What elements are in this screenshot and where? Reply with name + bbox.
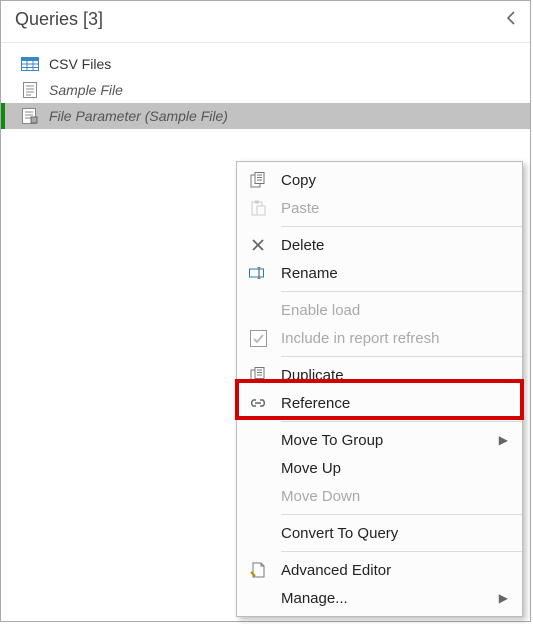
advanced-editor-icon <box>247 561 269 579</box>
rename-icon <box>247 264 269 282</box>
query-item-file-parameter[interactable]: File Parameter (Sample File) <box>1 103 530 129</box>
collapse-chevron-icon[interactable] <box>506 11 518 28</box>
query-label: Sample File <box>49 82 123 98</box>
menu-convert-to-query[interactable]: Convert To Query <box>237 519 522 547</box>
reference-icon <box>247 394 269 412</box>
panel-header: Queries [3] <box>1 1 530 43</box>
blank-icon <box>247 524 269 542</box>
menu-label: Enable load <box>281 302 508 319</box>
table-icon <box>21 56 39 72</box>
menu-label: Include in report refresh <box>281 330 508 347</box>
submenu-arrow-icon: ▶ <box>499 433 508 447</box>
menu-separator <box>281 291 522 292</box>
menu-separator <box>281 514 522 515</box>
panel-title: Queries [3] <box>15 9 103 30</box>
query-label: CSV Files <box>49 56 111 72</box>
blank-icon <box>247 589 269 607</box>
query-item-sample-file[interactable]: Sample File <box>1 77 530 103</box>
menu-label: Move Up <box>281 460 508 477</box>
menu-copy[interactable]: Copy <box>237 166 522 194</box>
menu-label: Advanced Editor <box>281 562 508 579</box>
menu-label: Reference <box>281 395 508 412</box>
blank-icon <box>247 459 269 477</box>
menu-label: Duplicate <box>281 367 508 384</box>
copy-icon <box>247 171 269 189</box>
menu-advanced-editor[interactable]: Advanced Editor <box>237 556 522 584</box>
checkbox-checked-icon <box>247 329 269 347</box>
menu-label: Delete <box>281 237 508 254</box>
menu-label: Convert To Query <box>281 525 508 542</box>
menu-label: Copy <box>281 172 508 189</box>
menu-duplicate[interactable]: Duplicate <box>237 361 522 389</box>
menu-label: Paste <box>281 200 508 217</box>
menu-move-down: Move Down <box>237 482 522 510</box>
menu-manage[interactable]: Manage... ▶ <box>237 584 522 612</box>
query-item-csv-files[interactable]: CSV Files <box>1 51 530 77</box>
menu-separator <box>281 226 522 227</box>
menu-move-to-group[interactable]: Move To Group ▶ <box>237 426 522 454</box>
menu-enable-load: Enable load <box>237 296 522 324</box>
queries-panel: Queries [3] CSV Files <box>0 0 531 622</box>
blank-icon <box>247 301 269 319</box>
menu-label: Manage... <box>281 590 499 607</box>
menu-separator <box>281 356 522 357</box>
menu-separator <box>281 421 522 422</box>
queries-list: CSV Files Sample File <box>1 43 530 129</box>
blank-icon <box>247 431 269 449</box>
paste-icon <box>247 199 269 217</box>
menu-reference[interactable]: Reference <box>237 389 522 417</box>
menu-delete[interactable]: Delete <box>237 231 522 259</box>
menu-rename[interactable]: Rename <box>237 259 522 287</box>
menu-paste: Paste <box>237 194 522 222</box>
menu-move-up[interactable]: Move Up <box>237 454 522 482</box>
document-icon <box>21 82 39 98</box>
duplicate-icon <box>247 366 269 384</box>
context-menu: Copy Paste Delete Rename Enable load <box>236 161 523 617</box>
menu-label: Rename <box>281 265 508 282</box>
menu-label: Move To Group <box>281 432 499 449</box>
delete-icon <box>247 236 269 254</box>
menu-include-refresh: Include in report refresh <box>237 324 522 352</box>
parameter-icon <box>21 108 39 124</box>
menu-label: Move Down <box>281 488 508 505</box>
query-label: File Parameter (Sample File) <box>49 108 228 124</box>
blank-icon <box>247 487 269 505</box>
submenu-arrow-icon: ▶ <box>499 591 508 605</box>
menu-separator <box>281 551 522 552</box>
